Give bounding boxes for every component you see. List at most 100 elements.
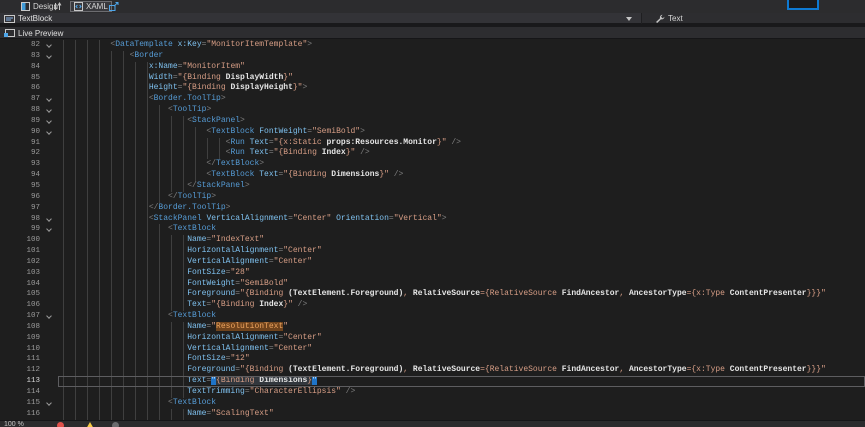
line-number[interactable]: 93	[14, 159, 40, 170]
fold-toggle[interactable]	[40, 398, 58, 409]
breakpoint-margin[interactable]	[0, 235, 14, 246]
code-line[interactable]: 109 HorizontalAlignment="Center"	[0, 333, 865, 344]
code-line[interactable]: 90 <TextBlock FontWeight="SemiBold">	[0, 127, 865, 138]
breakpoint-margin[interactable]	[0, 214, 14, 225]
line-number[interactable]: 115	[14, 398, 40, 409]
code-line[interactable]: 84 x:Name="MonitorItem"	[0, 62, 865, 73]
breakpoint-margin[interactable]	[0, 40, 14, 51]
code-line[interactable]: 85 Width="{Binding DisplayWidth}"	[0, 73, 865, 84]
code-text[interactable]: <Border.ToolTip>	[58, 94, 865, 105]
code-text[interactable]: Foreground="{Binding (TextElement.Foregr…	[58, 365, 865, 376]
breakpoint-margin[interactable]	[0, 127, 14, 138]
breakpoint-margin[interactable]	[0, 62, 14, 73]
code-text[interactable]: Height="{Binding DisplayHeight}">	[58, 83, 865, 94]
line-number[interactable]: 113	[14, 376, 40, 387]
code-text[interactable]: Foreground="{Binding (TextElement.Foregr…	[58, 289, 865, 300]
line-number[interactable]: 111	[14, 354, 40, 365]
breakpoint-margin[interactable]	[0, 344, 14, 355]
code-text[interactable]: FontSize="12"	[58, 354, 865, 365]
code-text[interactable]: FontWeight="SemiBold"	[58, 279, 865, 290]
breakpoint-margin[interactable]	[0, 257, 14, 268]
code-line[interactable]: 110 VerticalAlignment="Center"	[0, 344, 865, 355]
breakpoint-margin[interactable]	[0, 83, 14, 94]
code-text[interactable]: <TextBlock FontWeight="SemiBold">	[58, 127, 865, 138]
breakpoint-margin[interactable]	[0, 387, 14, 398]
breakpoint-margin[interactable]	[0, 409, 14, 420]
code-text[interactable]: VerticalAlignment="Center"	[58, 344, 865, 355]
line-number[interactable]: 101	[14, 246, 40, 257]
code-line[interactable]: 114 TextTrimming="CharacterEllipsis" />	[0, 387, 865, 398]
breakpoint-margin[interactable]	[0, 279, 14, 290]
line-number[interactable]: 82	[14, 40, 40, 51]
line-number[interactable]: 102	[14, 257, 40, 268]
line-number[interactable]: 103	[14, 268, 40, 279]
code-line[interactable]: 98 <StackPanel VerticalAlignment="Center…	[0, 214, 865, 225]
code-line[interactable]: 113 Text="{Binding Dimensions}"	[0, 376, 865, 387]
code-line[interactable]: 100 Name="IndexText"	[0, 235, 865, 246]
code-line[interactable]: 95 </StackPanel>	[0, 181, 865, 192]
code-text[interactable]: Name="ScalingText"	[58, 409, 865, 420]
fold-toggle[interactable]	[40, 224, 58, 235]
breakpoint-margin[interactable]	[0, 73, 14, 84]
code-line[interactable]: 99 <TextBlock	[0, 224, 865, 235]
breakpoint-margin[interactable]	[0, 94, 14, 105]
line-number[interactable]: 86	[14, 83, 40, 94]
fold-toggle[interactable]	[40, 214, 58, 225]
breakpoint-margin[interactable]	[0, 105, 14, 116]
breakpoint-margin[interactable]	[0, 322, 14, 333]
code-text[interactable]: FontSize="28"	[58, 268, 865, 279]
breadcrumb-element-label[interactable]: TextBlock	[18, 14, 52, 23]
code-line[interactable]: 116 Name="ScalingText"	[0, 409, 865, 420]
code-text[interactable]: </ToolTip>	[58, 192, 865, 203]
code-line[interactable]: 104 FontWeight="SemiBold"	[0, 279, 865, 290]
breakpoint-margin[interactable]	[0, 376, 14, 387]
line-number[interactable]: 116	[14, 409, 40, 420]
code-line[interactable]: 88 <ToolTip>	[0, 105, 865, 116]
line-number[interactable]: 92	[14, 148, 40, 159]
fold-toggle[interactable]	[40, 311, 58, 322]
code-text[interactable]: <TextBlock	[58, 398, 865, 409]
line-number[interactable]: 110	[14, 344, 40, 355]
fold-toggle[interactable]	[40, 127, 58, 138]
error-icon[interactable]	[57, 422, 64, 427]
code-text[interactable]: <Run Text="{x:Static props:Resources.Mon…	[58, 138, 865, 149]
fold-toggle[interactable]	[40, 94, 58, 105]
fold-toggle[interactable]	[40, 116, 58, 127]
message-icon[interactable]	[112, 422, 119, 427]
code-text[interactable]: </StackPanel>	[58, 181, 865, 192]
code-text[interactable]: HorizontalAlignment="Center"	[58, 333, 865, 344]
line-number[interactable]: 107	[14, 311, 40, 322]
line-number[interactable]: 87	[14, 94, 40, 105]
popout-button[interactable]	[107, 1, 120, 12]
line-number[interactable]: 91	[14, 138, 40, 149]
line-number[interactable]: 104	[14, 279, 40, 290]
code-line[interactable]: 101 HorizontalAlignment="Center"	[0, 246, 865, 257]
breakpoint-margin[interactable]	[0, 354, 14, 365]
breakpoint-margin[interactable]	[0, 148, 14, 159]
line-number[interactable]: 96	[14, 192, 40, 203]
line-number[interactable]: 106	[14, 300, 40, 311]
code-text[interactable]: <StackPanel>	[58, 116, 865, 127]
line-number[interactable]: 90	[14, 127, 40, 138]
code-text[interactable]: <DataTemplate x:Key="MonitorItemTemplate…	[58, 40, 865, 51]
breakpoint-margin[interactable]	[0, 192, 14, 203]
fold-toggle[interactable]	[40, 40, 58, 51]
line-number[interactable]: 94	[14, 170, 40, 181]
code-text[interactable]: Width="{Binding DisplayWidth}"	[58, 73, 865, 84]
line-number[interactable]: 99	[14, 224, 40, 235]
line-number[interactable]: 98	[14, 214, 40, 225]
breakpoint-margin[interactable]	[0, 224, 14, 235]
code-line[interactable]: 112 Foreground="{Binding (TextElement.Fo…	[0, 365, 865, 376]
line-number[interactable]: 95	[14, 181, 40, 192]
code-text[interactable]: Text="{Binding Index}" />	[58, 300, 865, 311]
breakpoint-margin[interactable]	[0, 398, 14, 409]
code-text[interactable]: <ToolTip>	[58, 105, 865, 116]
breakpoint-margin[interactable]	[0, 300, 14, 311]
code-text[interactable]: HorizontalAlignment="Center"	[58, 246, 865, 257]
code-line[interactable]: 89 <StackPanel>	[0, 116, 865, 127]
breakpoint-margin[interactable]	[0, 333, 14, 344]
code-line[interactable]: 106 Text="{Binding Index}" />	[0, 300, 865, 311]
line-number[interactable]: 97	[14, 203, 40, 214]
code-text[interactable]: <TextBlock Text="{Binding Dimensions}" /…	[58, 170, 865, 181]
code-text[interactable]: TextTrimming="CharacterEllipsis" />	[58, 387, 865, 398]
